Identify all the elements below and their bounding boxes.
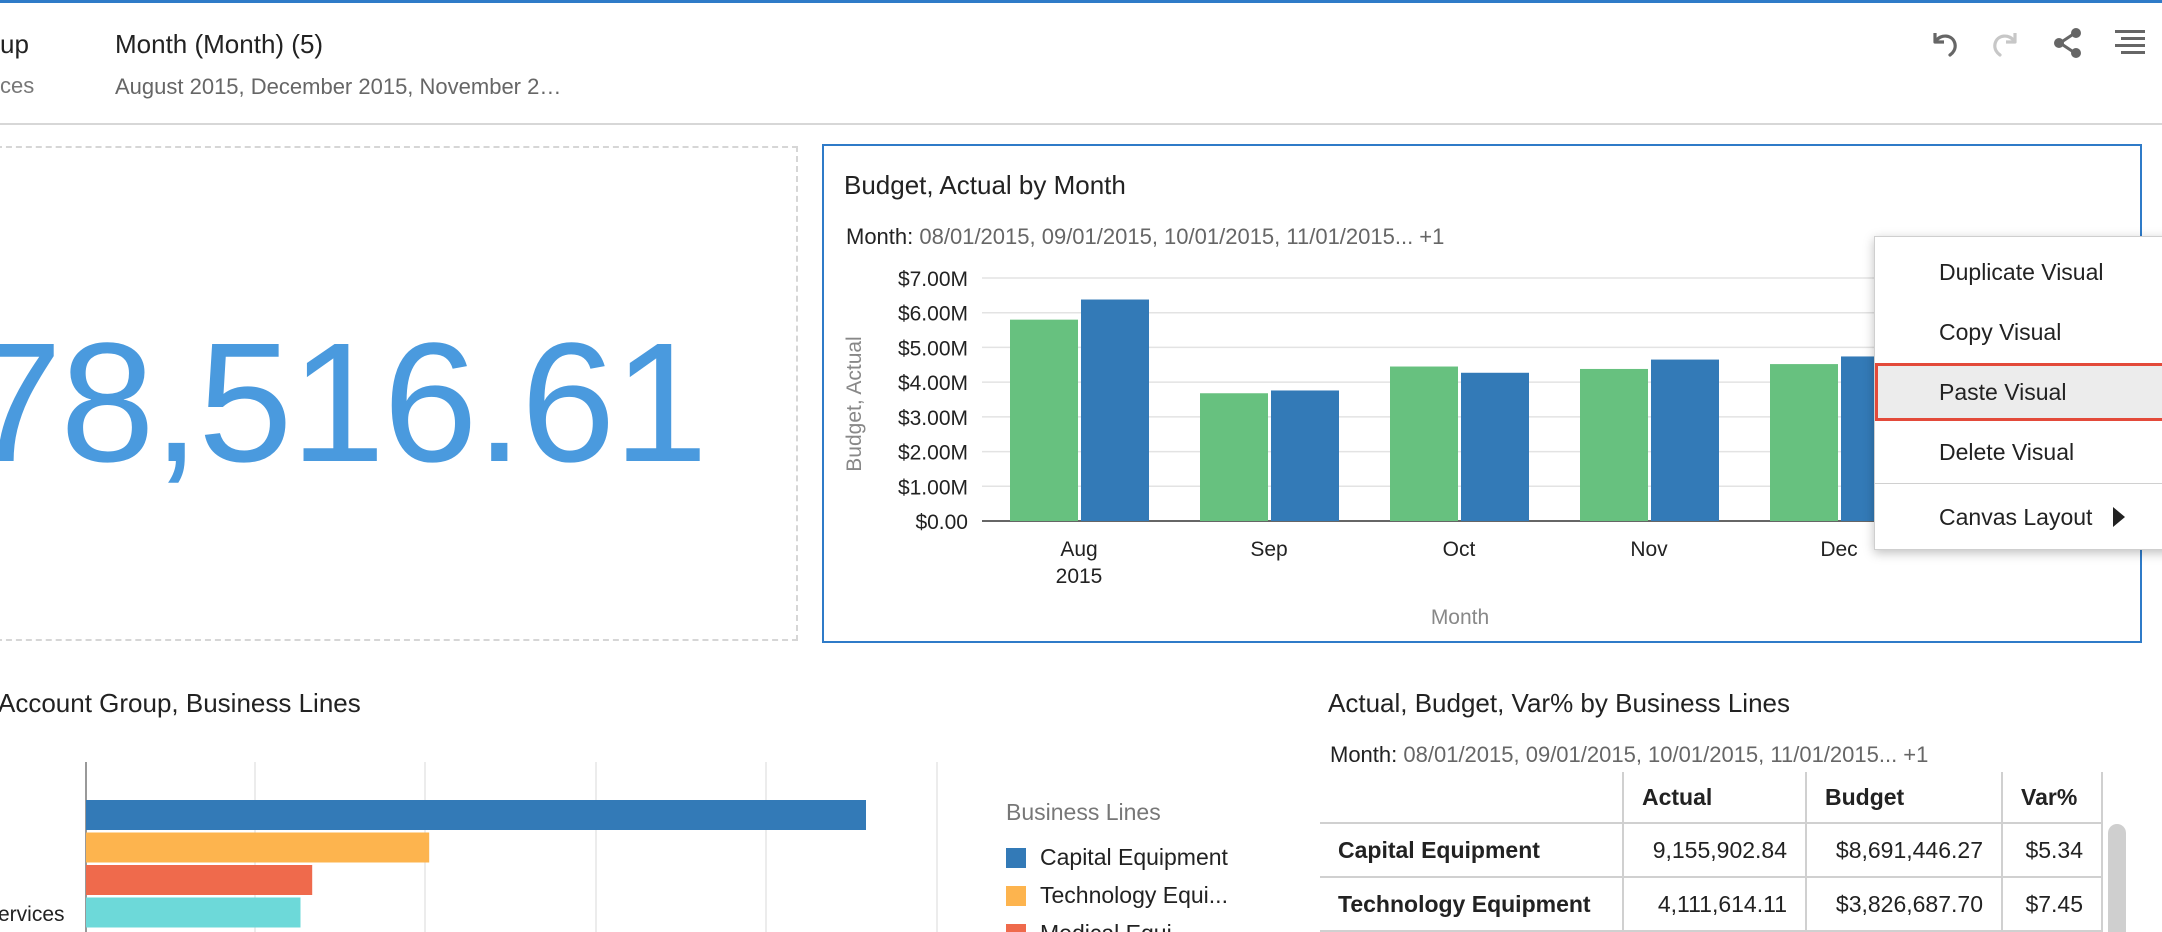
y-tick-label: $6.00M [898,303,968,326]
budget-cell: $3,826,687.70 [1806,877,2003,932]
filter-value: August 2015, December 2015, November 2… [115,74,562,99]
bar[interactable] [1200,393,1268,521]
hbar[interactable] [86,897,301,928]
bar[interactable] [1651,359,1719,521]
table-title: Actual, Budget, Var% by Business Lines [1328,688,1790,718]
y-tick-label: $5.00M [898,337,968,360]
row-header: Capital Equipment [1320,823,1624,878]
bar[interactable] [1271,390,1339,521]
bar[interactable] [1580,368,1648,521]
y-axis-label: Budget, Actual [843,336,866,471]
legend-title: Business Lines [1006,799,1161,825]
delete-visual-menu-item[interactable]: Delete Visual [1875,423,2162,481]
legend-label: Medical Equi... [1040,920,1191,932]
share-icon[interactable] [2048,23,2088,63]
column-header[interactable]: Actual [1623,772,1807,824]
bar[interactable] [1770,364,1838,521]
filter-label: Month: [1330,742,1398,767]
column-header [1320,772,1624,824]
y-tick-label: $7.00M [898,268,968,291]
bar[interactable] [1461,372,1529,521]
y-tick-label: $1.00M [898,476,968,499]
table-filter-line: Month: 08/01/2015, 09/01/2015, 10/01/201… [1330,742,1928,768]
actual-cell: 4,111,614.11 [1623,877,1807,932]
legend-label: Capital Equipment [1040,844,1228,870]
actual-cell: 9,155,902.84 [1623,823,1807,878]
menu-separator [1875,483,2162,484]
data-table: Actual Budget Var% Capital Equipment 9,1… [1320,772,2103,932]
redo-icon [1986,23,2026,63]
var-cell: $7.45 [2002,877,2103,932]
copy-visual-menu-item[interactable]: Copy Visual [1875,303,2162,361]
y-tick-label: $2.00M [898,442,968,465]
table-row[interactable]: Technology Equipment 4,111,614.11 $3,826… [1320,877,2103,932]
menu-item-label: Delete Visual [1939,438,2075,465]
bar[interactable] [1010,319,1078,521]
var-cell: $5.34 [2002,823,2103,878]
horizontal-bar-chart: ervices [0,762,938,932]
column-header[interactable]: Budget [1806,772,2003,824]
business-lines-table-card[interactable]: Actual, Budget, Var% by Business Lines M… [1320,672,2162,932]
y-tick-label: $3.00M [898,407,968,430]
hbar[interactable] [86,832,430,863]
toolbar [1912,23,2162,63]
context-menu: Duplicate Visual Copy Visual Paste Visua… [1874,236,2162,550]
x-axis-label: Month [1431,606,1489,629]
column-header[interactable]: Var% [2002,772,2103,824]
budget-cell: $8,691,446.27 [1806,823,2003,878]
filter-month[interactable]: Month (Month) (5) August 2015, December … [115,29,561,100]
legend-swatch [1006,847,1026,868]
menu-item-label: Copy Visual [1939,318,2062,345]
table-header-row: Actual Budget Var% [1320,772,2103,824]
menu-item-label: Paste Visual [1939,378,2067,405]
legend-swatch [1006,923,1026,932]
x-tick-label: Aug [1060,538,1097,561]
x-tick-label: Oct [1443,538,1476,561]
x-tick-label: Dec [1820,538,1857,561]
legend-swatch [1006,885,1026,906]
filter-bar: up ces Month (Month) (5) August 2015, De… [0,3,2162,125]
bar[interactable] [1081,299,1149,521]
table-row[interactable]: Capital Equipment 9,155,902.84 $8,691,44… [1320,823,2103,878]
filter-values: 08/01/2015, 09/01/2015, 10/01/2015, 11/0… [1403,742,1929,767]
canvas-layout-menu-item[interactable]: Canvas Layout [1875,488,2162,546]
x-tick-label: Sep [1250,538,1287,561]
kpi-value: 78,516.61 [0,308,708,498]
paste-visual-menu-item[interactable]: Paste Visual [1875,363,2162,421]
hbar[interactable] [86,865,313,895]
y-tick-label: $4.00M [898,372,968,395]
x-tick-label: 2015 [1056,565,1103,588]
submenu-arrow-icon [2113,507,2125,527]
legend-item[interactable]: Capital Equipment [1006,844,1228,871]
row-header: Technology Equipment [1320,877,1624,932]
legend-item[interactable]: Medical Equi... [1006,920,1191,932]
table-scrollbar[interactable] [2108,824,2126,932]
x-tick-label: Nov [1630,538,1668,561]
category-label: ervices [0,903,65,926]
kpi-tile[interactable]: 78,516.61 [0,146,798,641]
bar[interactable] [1390,366,1458,521]
filter-title: Month (Month) (5) [115,29,324,59]
y-tick-label: $0.00 [915,511,968,534]
hbar[interactable] [86,800,866,830]
duplicate-visual-menu-item[interactable]: Duplicate Visual [1875,243,2162,301]
account-group-chart-card[interactable]: Account Group, Business Lines ervices Bu… [0,672,1290,932]
menu-item-label: Duplicate Visual [1939,258,2104,285]
legend-label: Technology Equi... [1040,882,1228,908]
legend-item[interactable]: Technology Equi... [1006,882,1228,909]
menu-item-label: Canvas Layout [1939,503,2093,530]
filter-title: up [0,29,29,59]
undo-icon[interactable] [1924,23,1964,63]
filter-value: ces [0,73,35,98]
menu-icon[interactable] [2110,23,2150,63]
